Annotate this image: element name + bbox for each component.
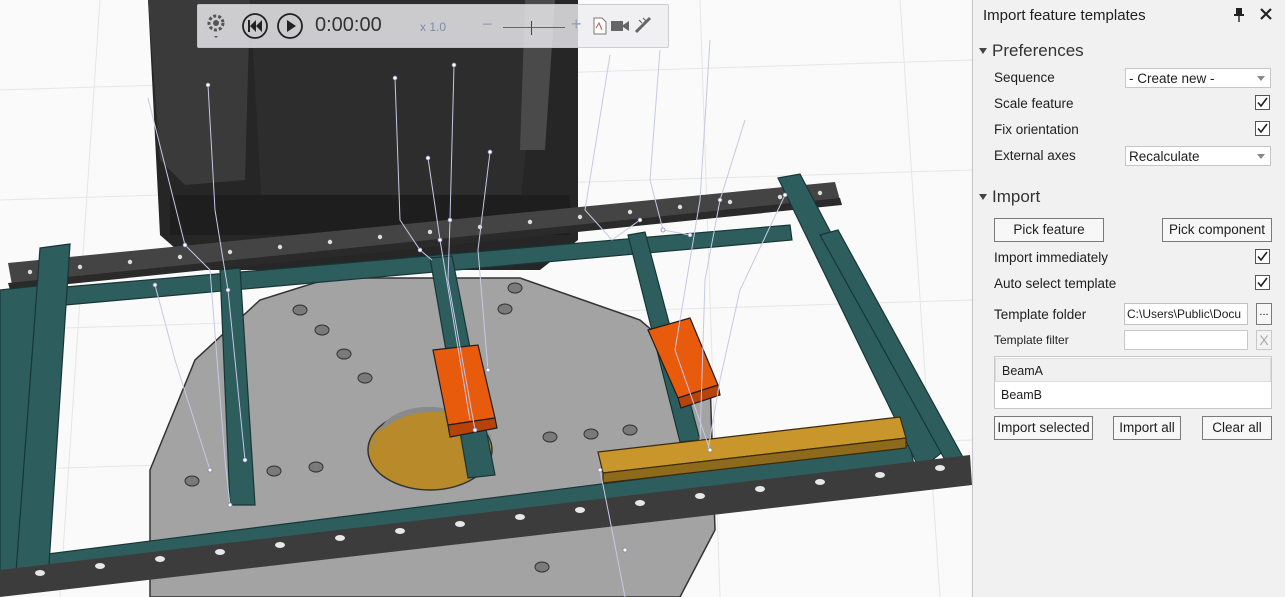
external-axes-value: Recalculate xyxy=(1129,149,1200,164)
panel-title: Import feature templates xyxy=(983,7,1146,24)
auto-select-template-checkbox[interactable] xyxy=(1255,275,1270,290)
import-selected-button[interactable]: Import selected xyxy=(994,416,1093,440)
preferences-section-label[interactable]: Preferences xyxy=(992,41,1084,61)
pick-feature-button[interactable]: Pick feature xyxy=(994,218,1104,242)
template-filter-input[interactable] xyxy=(1124,330,1248,350)
fix-orientation-label: Fix orientation xyxy=(994,122,1079,137)
pick-component-button[interactable]: Pick component xyxy=(1162,218,1272,242)
rewind-icon[interactable] xyxy=(241,12,269,40)
chevron-down-icon xyxy=(1257,76,1265,81)
import-immediately-label: Import immediately xyxy=(994,250,1109,265)
video-camera-icon[interactable] xyxy=(610,19,630,33)
play-icon[interactable] xyxy=(276,12,304,40)
checkmark-icon xyxy=(1257,97,1268,108)
template-list[interactable]: BeamA BeamB xyxy=(994,356,1272,409)
sequence-label: Sequence xyxy=(994,70,1055,85)
scale-feature-label: Scale feature xyxy=(994,96,1074,111)
template-filter-label: Template filter xyxy=(994,333,1069,347)
list-item[interactable]: BeamB xyxy=(995,383,1271,407)
pin-icon[interactable] xyxy=(1232,7,1246,23)
import-section-label[interactable]: Import xyxy=(992,187,1040,207)
pdf-export-icon[interactable] xyxy=(592,17,608,35)
speed-slider[interactable] xyxy=(503,21,565,35)
import-immediately-checkbox[interactable] xyxy=(1255,249,1270,264)
fix-orientation-checkbox[interactable] xyxy=(1255,121,1270,136)
playback-toolbar: 0:00:00 x 1.0 − + xyxy=(197,4,669,48)
external-axes-dropdown[interactable]: Recalculate xyxy=(1125,146,1271,166)
speed-decrease-button[interactable]: − xyxy=(482,14,493,35)
measure-icon[interactable] xyxy=(634,16,654,34)
chevron-down-icon xyxy=(1257,154,1265,159)
collapse-preferences-icon[interactable] xyxy=(978,46,988,56)
checkmark-icon xyxy=(1257,123,1268,134)
close-icon[interactable] xyxy=(1259,7,1273,21)
scale-feature-checkbox[interactable] xyxy=(1255,95,1270,110)
gear-icon[interactable] xyxy=(204,12,228,40)
3d-viewport[interactable]: 0:00:00 x 1.0 − + xyxy=(0,0,972,597)
panel-header: Import feature templates xyxy=(973,0,1285,31)
scene-render xyxy=(0,0,972,597)
playback-time: 0:00:00 xyxy=(315,14,382,36)
template-folder-input[interactable]: C:\Users\Public\Docu xyxy=(1124,303,1248,325)
auto-select-template-label: Auto select template xyxy=(994,276,1117,291)
list-item[interactable]: BeamA xyxy=(995,358,1271,382)
clear-all-button[interactable]: Clear all xyxy=(1202,416,1272,440)
template-folder-label: Template folder xyxy=(994,307,1087,322)
browse-folder-button[interactable]: ... xyxy=(1256,303,1272,325)
speed-increase-button[interactable]: + xyxy=(571,14,582,35)
import-feature-templates-panel: Import feature templates Preferences Seq… xyxy=(972,0,1285,597)
clear-filter-button[interactable]: X xyxy=(1256,330,1272,350)
sequence-dropdown[interactable]: - Create new - xyxy=(1125,68,1271,88)
checkmark-icon xyxy=(1257,251,1268,262)
checkmark-icon xyxy=(1257,277,1268,288)
slider-thumb[interactable] xyxy=(531,21,532,35)
sequence-value: - Create new - xyxy=(1129,71,1215,86)
import-all-button[interactable]: Import all xyxy=(1113,416,1181,440)
playback-speed[interactable]: x 1.0 xyxy=(420,20,446,34)
collapse-import-icon[interactable] xyxy=(978,192,988,202)
external-axes-label: External axes xyxy=(994,148,1076,163)
